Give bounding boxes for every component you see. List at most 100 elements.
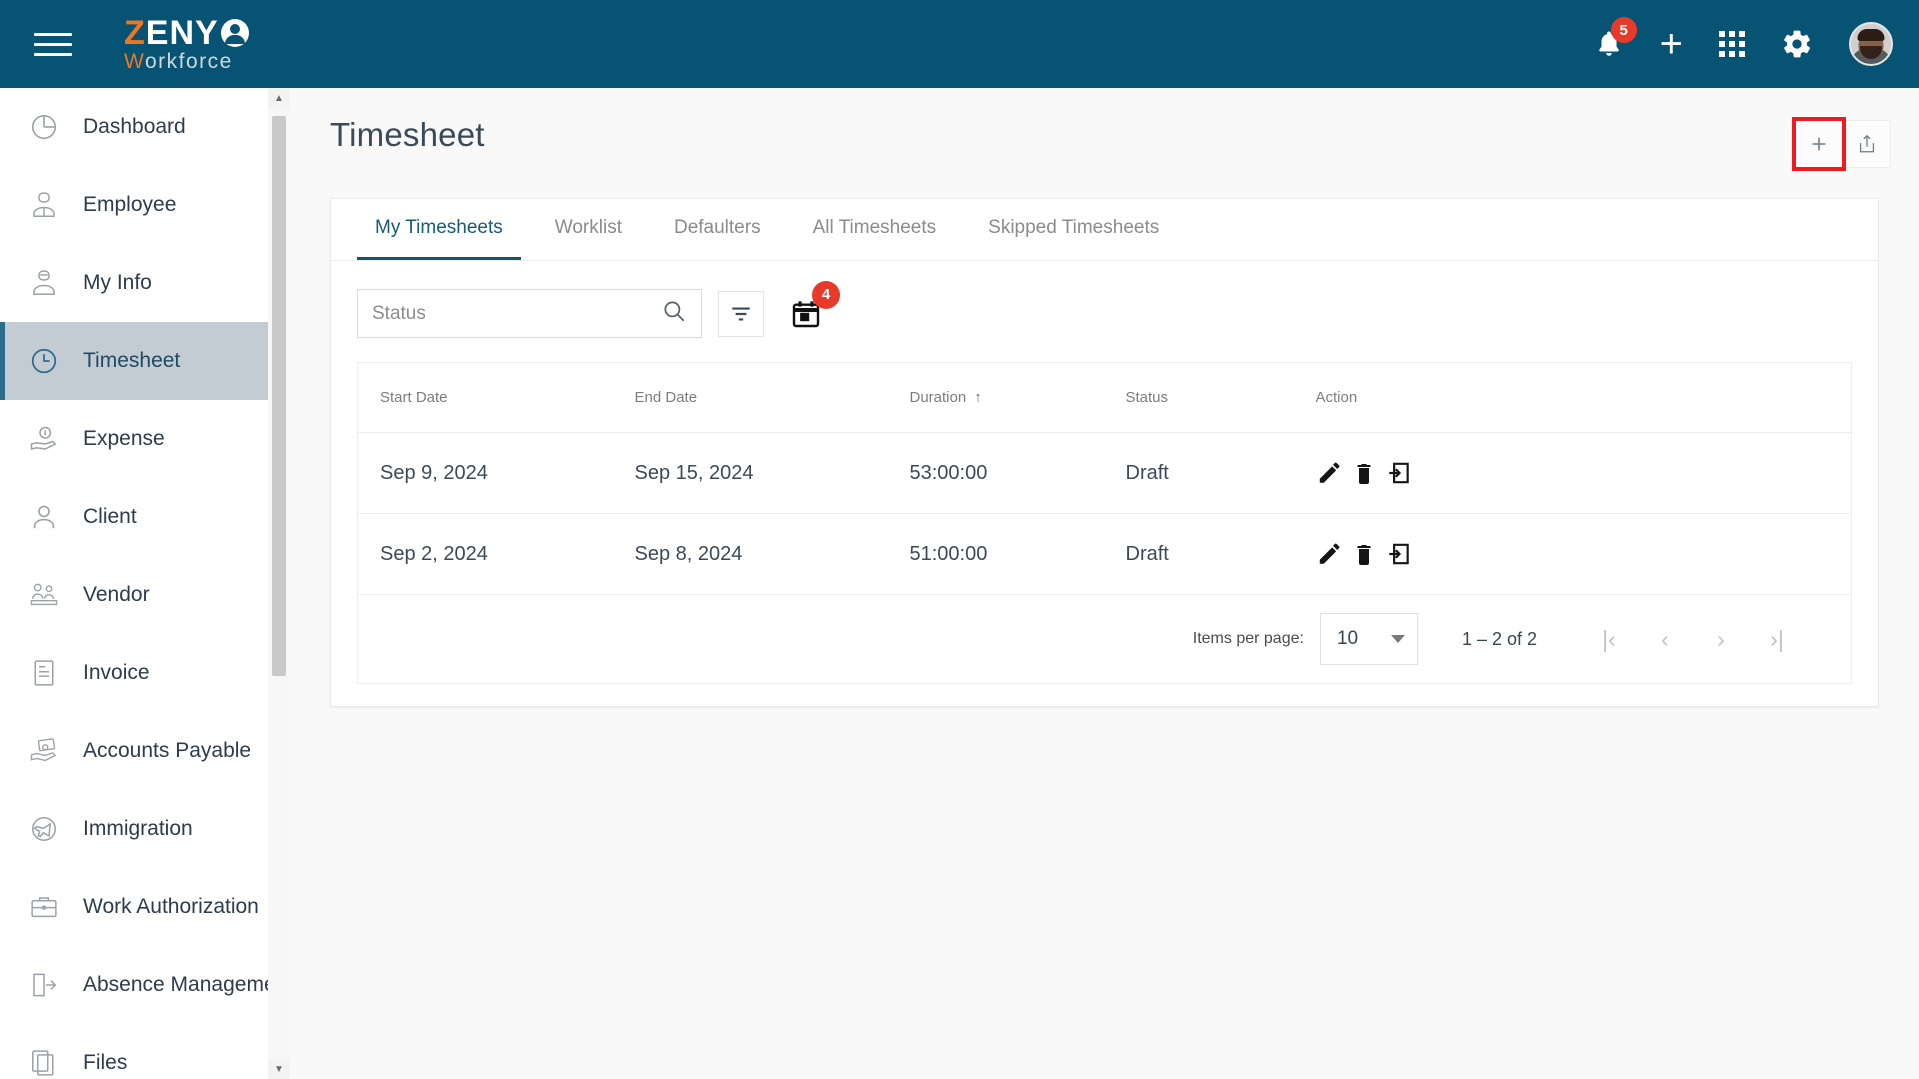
avatar[interactable] [1849,22,1893,66]
tab-worklist[interactable]: Worklist [537,199,640,260]
search-icon[interactable] [661,298,687,329]
gear-icon [1784,30,1811,58]
vendor-icon [27,578,61,612]
column-header-duration[interactable]: Duration ↑ [887,362,1104,433]
column-label: Action [1315,389,1358,406]
sidebar-item-work-authorization[interactable]: Work Authorization [0,868,290,946]
notification-count-badge: 5 [1610,17,1637,43]
sidebar-item-files[interactable]: Files [0,1024,290,1079]
cell-duration: 53:00:00 [887,432,1104,514]
sidebar-scrollbar[interactable]: ▲ ▼ [268,88,290,1079]
logo-letters-orkforce: orkforce [144,50,233,73]
scrollbar-thumb[interactable] [272,116,286,676]
sidebar-item-label: Dashboard [83,115,186,138]
table-row[interactable]: Sep 9, 2024 Sep 15, 2024 53:00:00 Draft [357,432,1852,514]
logo-bottom-row: Workforce [124,51,249,72]
delete-icon[interactable] [1352,461,1376,485]
apps-button[interactable] [1719,31,1745,57]
filter-button[interactable] [718,290,764,337]
sidebar-item-label: Expense [83,427,165,450]
search-field-wrapper[interactable] [357,289,702,338]
scroll-up-arrow-icon[interactable]: ▲ [268,88,290,108]
sort-ascending-icon: ↑ [974,389,982,406]
submit-icon[interactable] [1386,541,1412,567]
hamburger-line [34,32,72,36]
tab-label: Skipped Timesheets [988,217,1160,238]
sidebar-item-label: Timesheet [83,349,181,372]
sidebar-item-expense[interactable]: Expense [0,400,290,478]
items-per-page-label: Items per page: [1192,630,1304,647]
sidebar-item-absence-management[interactable]: Absence Management [0,946,290,1024]
sidebar-item-vendor[interactable]: Vendor [0,556,290,634]
sidebar-item-label: Absence Management [83,973,290,996]
hamburger-line [34,52,72,56]
sidebar-item-client[interactable]: Client [0,478,290,556]
sidebar-item-accounts-payable[interactable]: Accounts Payable [0,712,290,790]
edit-icon[interactable] [1316,541,1342,567]
plus-icon [1812,137,1826,151]
briefcase-icon [27,890,61,924]
employee-icon [27,188,61,222]
avatar-hair [1857,29,1885,41]
sidebar-item-timesheet[interactable]: Timesheet [0,322,290,400]
tab-my-timesheets[interactable]: My Timesheets [357,199,521,260]
page-range-label: 1 – 2 of 2 [1461,628,1537,649]
tab-label: Worklist [554,217,622,238]
tab-defaulters[interactable]: Defaulters [656,199,779,260]
sidebar-item-label: Client [83,505,137,528]
table-row[interactable]: Sep 2, 2024 Sep 8, 2024 51:00:00 Draft [357,513,1852,595]
header-actions: 5 + [1594,17,1893,66]
sidebar-item-label: Employee [83,193,177,216]
first-page-button[interactable]: |‹ [1581,619,1637,659]
items-per-page-select[interactable]: 10 [1319,613,1418,665]
airplane-globe-icon [27,812,61,846]
hamburger-menu-icon[interactable] [34,29,74,59]
tab-all-timesheets[interactable]: All Timesheets [795,199,955,260]
delete-icon[interactable] [1352,542,1376,566]
application-window: Z ENY Workforce 5 + Dashboard Employee M… [0,0,1919,1079]
exit-door-icon [27,968,61,1002]
column-header-end-date[interactable]: End Date [612,362,888,433]
sidebar-item-employee[interactable]: Employee [0,166,290,244]
next-page-button[interactable]: › [1693,619,1749,659]
quick-add-button[interactable]: + [1660,24,1683,64]
top-header-bar: Z ENY Workforce 5 + [0,0,1919,88]
sidebar-item-my-info[interactable]: My Info [0,244,290,322]
notifications-button[interactable]: 5 [1594,17,1637,60]
main-content: Timesheet My Timesheets Worklist Default… [290,88,1919,1079]
logo-letter-w: W [124,50,145,73]
settings-button[interactable] [1781,28,1813,60]
calendar-count-badge: 4 [812,280,840,309]
edit-icon[interactable] [1316,460,1342,486]
sidebar-item-dashboard[interactable]: Dashboard [0,88,290,166]
column-header-status[interactable]: Status [1103,362,1294,433]
sidebar-item-immigration[interactable]: Immigration [0,790,290,868]
sidebar-item-label: Accounts Payable [83,739,252,762]
money-hand-icon [27,422,61,456]
timesheet-table: Start Date End Date Duration ↑ Status Act… [357,362,1852,595]
table-body: Sep 9, 2024 Sep 15, 2024 53:00:00 Draft [357,432,1852,595]
timesheet-card: My Timesheets Worklist Defaulters All Ti… [330,198,1879,707]
submit-icon[interactable] [1386,460,1412,486]
add-timesheet-button[interactable] [1792,117,1846,171]
scroll-down-arrow-icon[interactable]: ▼ [268,1059,290,1079]
tab-label: Defaulters [673,217,761,238]
column-label: Duration [909,389,967,406]
export-upload-icon [1859,134,1875,153]
sidebar-navigation: Dashboard Employee My Info Timesheet Exp… [0,88,290,1079]
sidebar-item-label: Invoice [83,661,150,684]
last-page-button[interactable]: ›| [1749,619,1805,659]
column-header-start-date[interactable]: Start Date [357,362,613,433]
column-label: Start Date [380,389,448,406]
previous-page-button[interactable]: ‹ [1637,619,1693,659]
app-body: Dashboard Employee My Info Timesheet Exp… [0,88,1919,1079]
calendar-button[interactable]: 4 [786,280,840,335]
tab-skipped-timesheets[interactable]: Skipped Timesheets [970,199,1177,260]
page-header: Timesheet [290,88,1919,171]
sidebar-item-invoice[interactable]: Invoice [0,634,290,712]
scrollbar-track[interactable] [268,108,290,1059]
cell-actions [1293,432,1852,514]
search-input[interactable] [372,302,661,325]
export-button[interactable] [1843,120,1891,168]
app-logo[interactable]: Z ENY Workforce [124,16,249,72]
